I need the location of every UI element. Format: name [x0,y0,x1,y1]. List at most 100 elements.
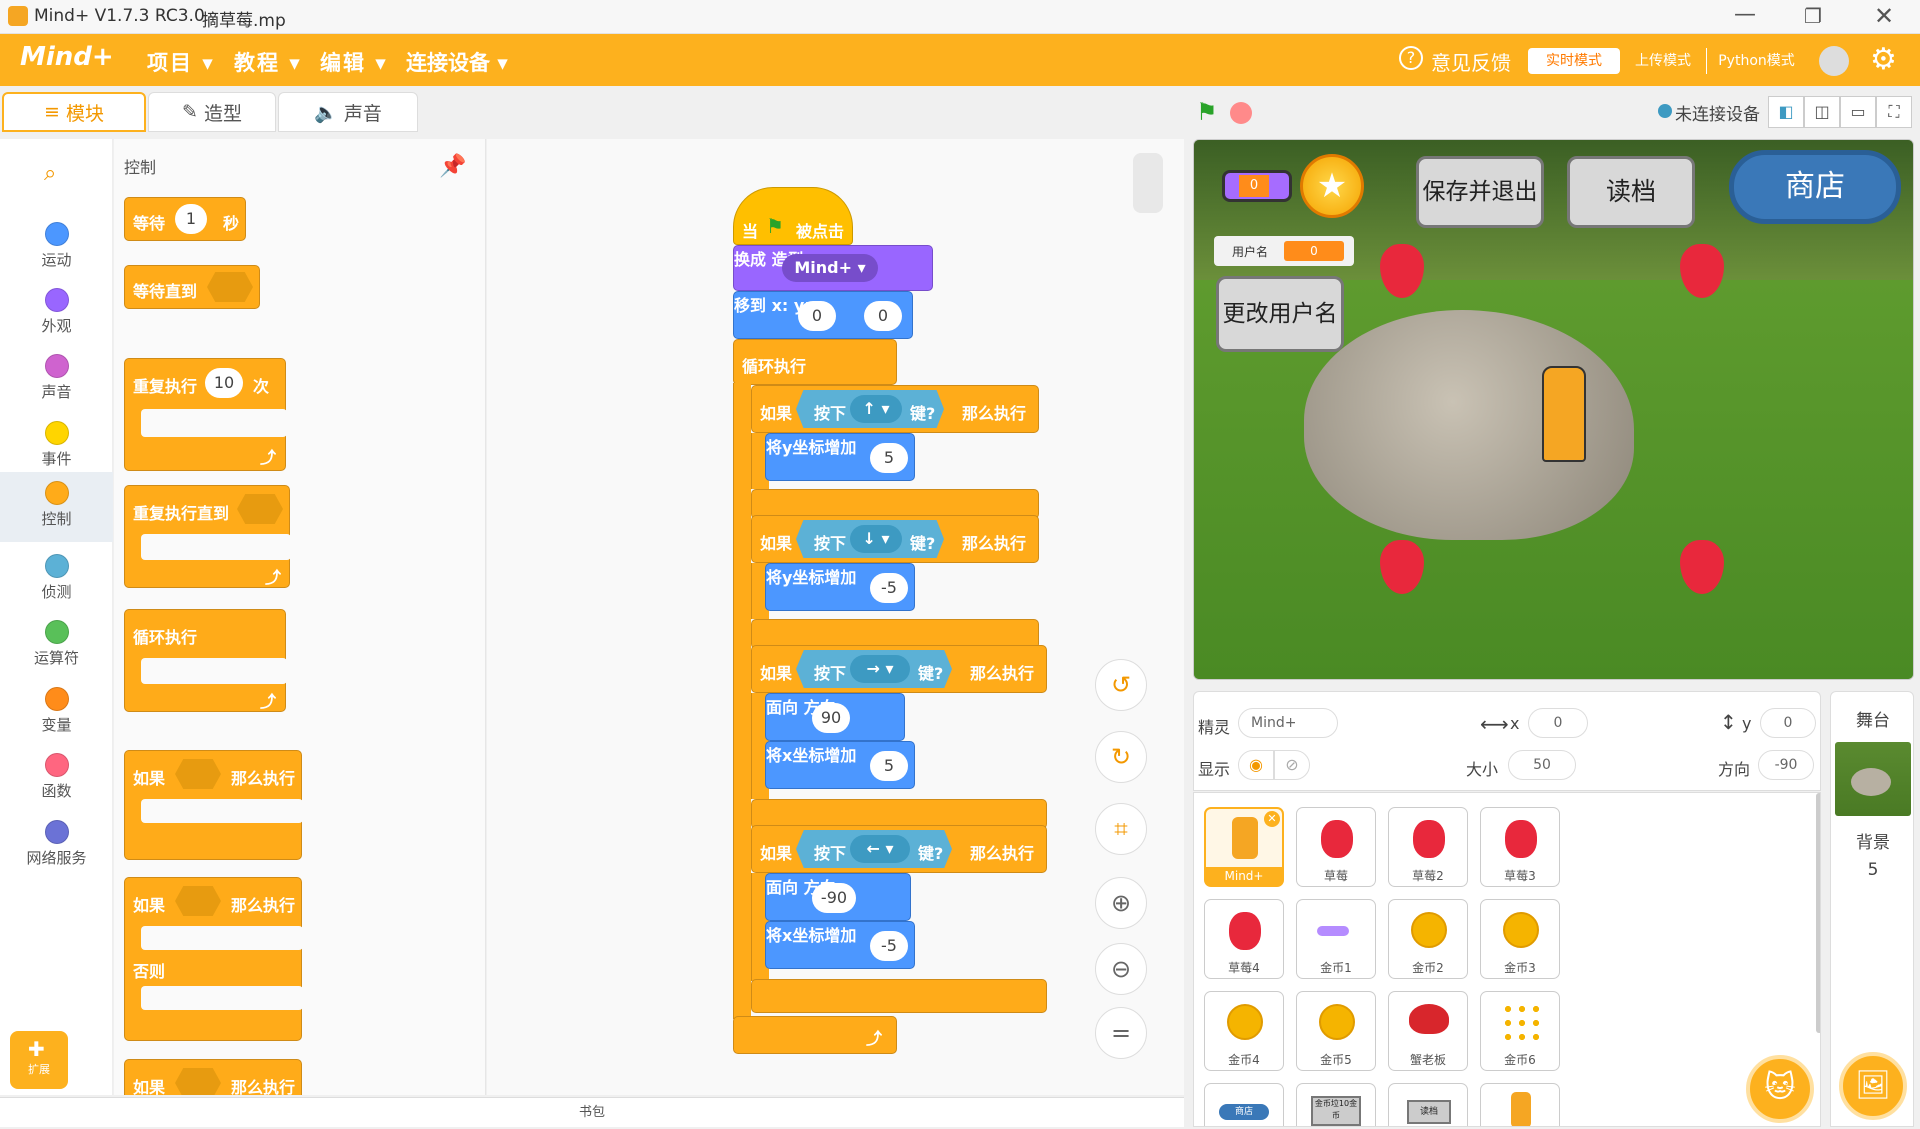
zoom-in-button[interactable]: ⊕ [1095,877,1147,929]
fullscreen-button[interactable]: ⛶ [1876,96,1912,128]
layout-large-stage-button[interactable]: ▭ [1840,96,1876,128]
pin-icon[interactable]: 📌 [439,154,466,179]
size-input[interactable]: 50 [1508,750,1576,780]
cleanup-button[interactable]: ⌗ [1095,803,1147,855]
minimize-icon[interactable]: — [1734,2,1756,27]
block-change-y-up[interactable]: 将y坐标增加 5 [765,433,915,481]
sprite-card[interactable]: 草莓3 [1480,807,1560,887]
block-goto-xy[interactable]: 移到 x: 0 y: 0 [733,291,913,339]
key-pressed-up[interactable]: 按下 ↑ ▾ 键? [796,390,944,428]
category-motion[interactable]: 运动 [0,213,113,279]
green-flag-button[interactable]: ⚑ [1196,98,1218,126]
undo-button[interactable]: ↺ [1095,659,1147,711]
sprite-card[interactable]: 金币3 [1480,899,1560,979]
key-pressed-down[interactable]: 按下 ↓ ▾ 键? [796,520,944,558]
block-forever[interactable]: 循环执行 ⤴ [124,609,287,712]
block-if-2[interactable]: 如果 那么执行 [124,1059,302,1095]
load-button[interactable]: 读档 [1567,156,1695,228]
category-sensing[interactable]: 侦测 [0,545,113,611]
backdrop-thumbnail[interactable] [1835,742,1911,816]
block-switch-costume[interactable]: 换成 Mind+ ▾ 造型 [733,245,933,291]
block-face-left[interactable]: 面向 -90 方向 [765,873,911,921]
rename-button[interactable]: 更改用户名 [1216,276,1344,352]
key-pressed-left[interactable]: 按下 ← ▾ 键? [796,830,952,868]
sprite-card[interactable]: 草莓 [1296,807,1376,887]
sprite-card[interactable]: 金币5 [1296,991,1376,1071]
extension-button[interactable]: ✚ 扩展 [10,1031,68,1089]
layout-normal-stage-button[interactable]: ◫ [1804,96,1840,128]
zoom-reset-button[interactable]: = [1095,1007,1147,1059]
layout-small-stage-button[interactable]: ◧ [1768,96,1804,128]
stage-canvas[interactable]: 0 ★ 用户名 0 保存并退出 读档 商店 更改用户名 [1193,139,1914,680]
add-sprite-button[interactable]: 🐱 [1746,1055,1814,1123]
zoom-out-button[interactable]: ⊖ [1095,943,1147,995]
costume-dropdown[interactable]: Mind+ ▾ [782,254,878,282]
block-change-x-right[interactable]: 将x坐标增加 5 [765,741,915,789]
stop-button[interactable] [1230,102,1252,124]
sprite-card[interactable]: 金币垃10金币 [1296,1083,1376,1126]
menu-connect[interactable]: 连接设备 ▾ [406,47,508,77]
redo-button[interactable]: ↻ [1095,731,1147,783]
block-wait[interactable]: 等待 1 秒 [124,197,246,241]
sprite-card[interactable]: 商店 [1204,1083,1284,1126]
block-if-left[interactable]: 如果 按下 ← ▾ 键? 那么执行 [751,825,1047,873]
block-when-flag-clicked[interactable]: 当 ⚑ 被点击 [733,187,853,245]
backpack-bar[interactable]: 书包 [0,1097,1184,1127]
script-workspace[interactable]: 当 ⚑ 被点击 换成 Mind+ ▾ 造型 移到 x: 0 y: 0 循环执行 … [487,139,1184,1095]
sprite-card[interactable]: 读档 [1388,1083,1468,1126]
show-eye-icon[interactable]: ◉ [1238,750,1274,780]
block-forever-script[interactable]: 循环执行 [733,339,897,385]
category-variables[interactable]: 变量 [0,678,113,744]
key-dropdown[interactable]: ← ▾ [850,835,910,863]
feedback-link[interactable]: 意见反馈 [1431,47,1511,76]
sprite-card[interactable]: 金币4 [1204,991,1284,1071]
category-control[interactable]: 控制 [0,472,113,542]
sprite-card[interactable]: 金币1 [1296,899,1376,979]
block-repeat[interactable]: 重复执行 10 次 ⤴ [124,358,287,471]
shop-button[interactable]: 商店 [1729,150,1901,224]
block-if-down[interactable]: 如果 按下 ↓ ▾ 键? 那么执行 [751,515,1039,563]
gear-icon[interactable]: ⚙ [1870,42,1897,77]
mode-python[interactable]: Python模式 [1706,48,1806,74]
key-dropdown[interactable]: → ▾ [850,655,910,683]
block-if[interactable]: 如果 那么执行 [124,750,303,860]
category-looks[interactable]: 外观 [0,279,113,345]
maximize-icon[interactable]: ❐ [1804,4,1822,28]
sprite-list-scrollbar[interactable] [1816,793,1820,1033]
delete-sprite-icon[interactable]: ✕ [1264,811,1280,827]
tab-blocks[interactable]: ≡ 模块 [2,92,146,132]
category-sound[interactable]: 声音 [0,345,113,411]
sprite-name-input[interactable]: Mind+ [1238,708,1338,738]
sprite-card[interactable]: 金币2 [1388,899,1468,979]
block-wait-until[interactable]: 等待直到 [124,265,260,309]
sprite-card[interactable]: 草莓2 [1388,807,1468,887]
add-backdrop-button[interactable]: 🖼 [1839,1052,1907,1120]
mode-realtime[interactable]: 实时模式 [1528,48,1620,74]
menu-project[interactable]: 项目 ▾ [147,47,215,77]
tab-sounds[interactable]: 🔈 声音 [278,92,418,132]
block-if-else[interactable]: 如果 那么执行 否则 [124,877,303,1041]
mind-plus-robot-sprite[interactable] [1542,366,1586,462]
sprite-card[interactable]: 金币6 [1480,991,1560,1071]
sprite-card[interactable]: 草莓4 [1204,899,1284,979]
y-input[interactable]: 0 [1760,708,1816,738]
menu-edit[interactable]: 编辑 ▾ [320,47,388,77]
sprite-card-mindplus[interactable]: ✕ Mind+ [1204,807,1284,887]
category-operators[interactable]: 运算符 [0,611,113,677]
avatar[interactable] [1819,46,1849,76]
save-exit-button[interactable]: 保存并退出 [1416,156,1544,228]
block-repeat-until[interactable]: 重复执行直到 ⤴ [124,485,291,588]
key-dropdown[interactable]: ↑ ▾ [850,395,902,423]
block-change-x-left[interactable]: 将x坐标增加 -5 [765,921,915,969]
sprite-card[interactable] [1480,1083,1560,1126]
key-pressed-right[interactable]: 按下 → ▾ 键? [796,650,952,688]
block-if-up[interactable]: 如果 按下 ↑ ▾ 键? 那么执行 [751,385,1039,433]
mode-upload[interactable]: 上传模式 [1624,48,1702,74]
tab-costumes[interactable]: ✎ 造型 [148,92,276,132]
search-icon[interactable]: ⌕ [44,161,56,186]
block-if-right[interactable]: 如果 按下 → ▾ 键? 那么执行 [751,645,1047,693]
block-face-right[interactable]: 面向 90 方向 [765,693,905,741]
menu-tutorial[interactable]: 教程 ▾ [234,47,302,77]
block-change-y-down[interactable]: 将y坐标增加 -5 [765,563,915,611]
sprite-card[interactable]: 蟹老板 [1388,991,1468,1071]
